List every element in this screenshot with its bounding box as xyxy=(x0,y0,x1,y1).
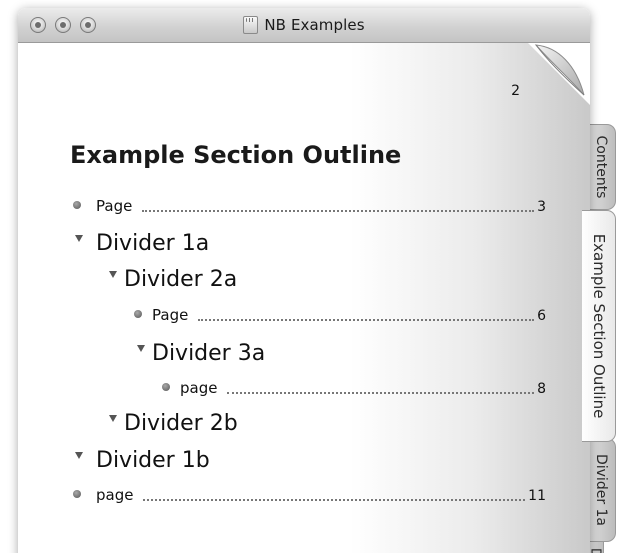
bullet-icon xyxy=(73,490,81,498)
outline-page-label: Page xyxy=(152,306,189,324)
tab-divider-1a[interactable]: Divider 1a xyxy=(586,438,616,542)
outline-page-number: 8 xyxy=(537,381,546,397)
outline-page-row[interactable]: page 8 xyxy=(162,379,546,397)
outline-page-number: 6 xyxy=(537,308,546,324)
dot-leader xyxy=(198,318,535,321)
window-title-text: NB Examples xyxy=(264,16,365,34)
outline-page-row[interactable]: Page 6 xyxy=(134,306,546,324)
outline-page-number: 11 xyxy=(528,488,546,504)
outline-page-label: page xyxy=(96,486,134,504)
title-bar[interactable]: NB Examples xyxy=(18,8,590,43)
bullet-icon xyxy=(73,201,81,209)
page-curl-icon[interactable] xyxy=(528,43,590,105)
screen: D Divider 1a Contents NB Examples 2 Exam… xyxy=(0,0,635,553)
window-title: NB Examples xyxy=(18,8,590,42)
outline-page-row[interactable]: page 11 xyxy=(73,486,546,504)
outline-divider-row[interactable]: Divider 2a xyxy=(109,267,238,292)
page-number: 2 xyxy=(511,83,520,99)
outline-divider-row[interactable]: Divider 3a xyxy=(137,341,266,366)
outline-page-row[interactable]: Page 3 xyxy=(73,197,546,215)
tab-label: Contents xyxy=(592,135,609,199)
outline-divider-row[interactable]: Divider 1a xyxy=(75,231,210,256)
disclosure-triangle-icon xyxy=(109,415,117,422)
disclosure-triangle-icon xyxy=(137,345,145,352)
outline-divider-label: Divider 1a xyxy=(96,231,210,256)
outline-title: Example Section Outline xyxy=(70,141,402,169)
notebook-page: 2 Example Section Outline Page 3 Divider… xyxy=(18,43,590,553)
dot-leader xyxy=(143,498,526,501)
tab-label: Divider 1a xyxy=(592,453,609,527)
disclosure-triangle-icon xyxy=(109,271,117,278)
dot-leader xyxy=(142,209,535,212)
tab-label: Example Section Outline xyxy=(589,233,608,419)
notebook-document-icon xyxy=(243,16,259,34)
tab-example-section-outline[interactable]: Example Section Outline xyxy=(582,210,616,442)
outline-divider-label: Divider 3a xyxy=(152,341,266,366)
disclosure-triangle-icon xyxy=(75,235,83,242)
outline-page-number: 3 xyxy=(537,199,546,215)
outline-divider-label: Divider 2b xyxy=(124,411,238,436)
bullet-icon xyxy=(134,310,142,318)
outline-divider-row[interactable]: Divider 2b xyxy=(109,411,238,436)
disclosure-triangle-icon xyxy=(75,452,83,459)
dot-leader xyxy=(227,391,535,394)
outline-divider-label: Divider 2a xyxy=(124,267,238,292)
outline-page-label: Page xyxy=(96,197,133,215)
bullet-icon xyxy=(162,383,170,391)
tab-contents[interactable]: Contents xyxy=(586,124,616,210)
outline-page-label: page xyxy=(180,379,218,397)
outline-divider-label: Divider 1b xyxy=(96,448,210,473)
outline-divider-row[interactable]: Divider 1b xyxy=(75,448,210,473)
notebook-window: NB Examples 2 Example Section Outline Pa… xyxy=(18,8,590,553)
